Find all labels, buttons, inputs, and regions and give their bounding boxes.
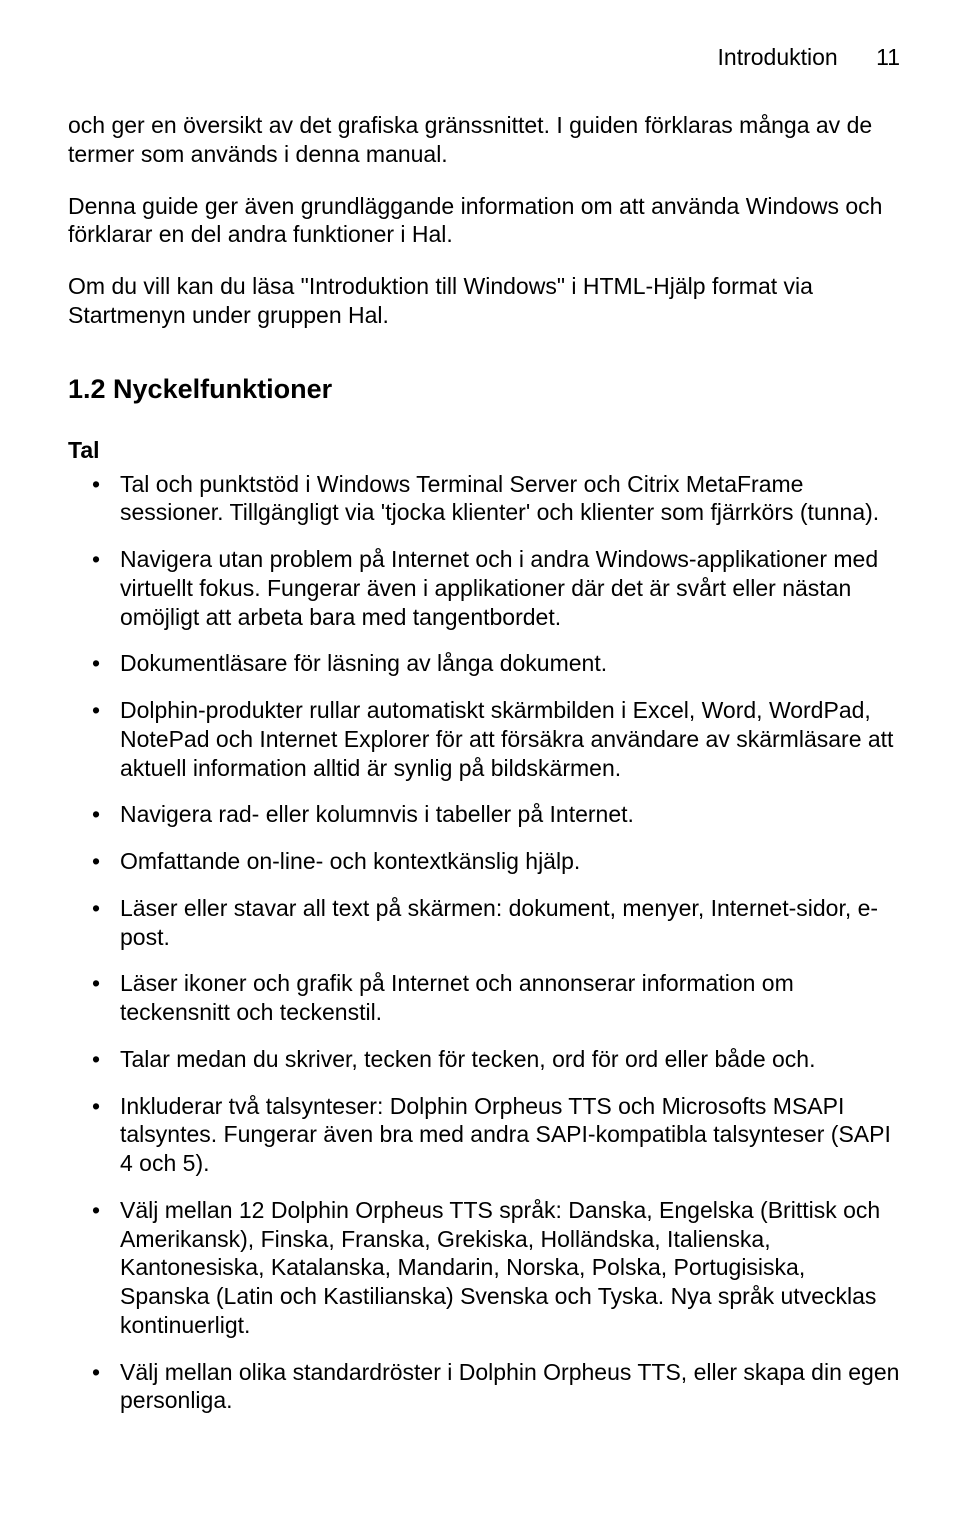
list-item: Navigera rad- eller kolumnvis i tabeller…: [68, 800, 900, 829]
list-item: Välj mellan olika standardröster i Dolph…: [68, 1358, 900, 1416]
list-item: Talar medan du skriver, tecken för tecke…: [68, 1045, 900, 1074]
subsection-heading: Tal: [68, 437, 900, 464]
section-heading: 1.2 Nyckelfunktioner: [68, 374, 900, 405]
running-header: Introduktion 11: [68, 44, 900, 71]
list-item: Inkluderar två talsynteser: Dolphin Orph…: [68, 1092, 900, 1178]
header-page-number: 11: [876, 44, 900, 70]
body-paragraph: och ger en översikt av det grafiska grän…: [68, 111, 900, 169]
document-page: Introduktion 11 och ger en översikt av d…: [0, 0, 960, 1521]
feature-list: Tal och punktstöd i Windows Terminal Ser…: [68, 470, 900, 1416]
list-item: Läser eller stavar all text på skärmen: …: [68, 894, 900, 952]
list-item: Omfattande on-line- och kontextkänslig h…: [68, 847, 900, 876]
list-item: Läser ikoner och grafik på Internet och …: [68, 969, 900, 1027]
header-section-name: Introduktion: [718, 44, 838, 70]
list-item: Välj mellan 12 Dolphin Orpheus TTS språk…: [68, 1196, 900, 1340]
list-item: Dolphin-produkter rullar automatiskt skä…: [68, 696, 900, 782]
list-item: Tal och punktstöd i Windows Terminal Ser…: [68, 470, 900, 528]
list-item: Dokumentläsare för läsning av långa doku…: [68, 649, 900, 678]
body-paragraph: Denna guide ger även grundläggande infor…: [68, 192, 900, 250]
list-item: Navigera utan problem på Internet och i …: [68, 545, 900, 631]
body-paragraph: Om du vill kan du läsa "Introduktion til…: [68, 272, 900, 330]
